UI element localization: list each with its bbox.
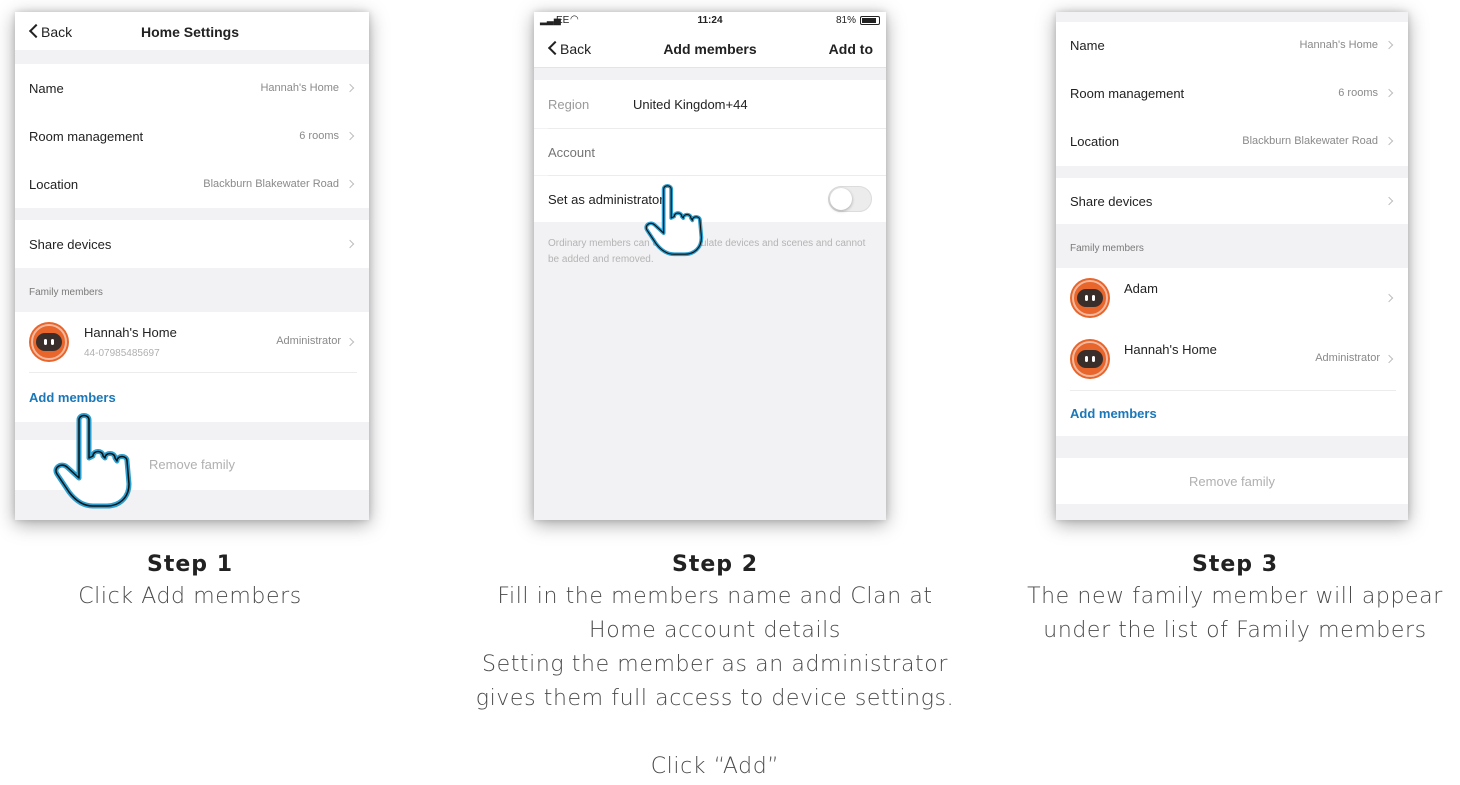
member-role: Administrator [1315,352,1380,364]
share-devices-label: Share devices [1070,194,1153,209]
member-name: Hannah's Home [84,325,177,340]
family-group: Hannah's Home 44-07985485697 Administrat… [15,312,369,422]
region-row[interactable]: Region United Kingdom+44 [534,80,886,128]
account-input[interactable] [548,141,848,163]
chevron-right-icon [345,239,355,249]
header-bar: Back Add members Add to [534,30,886,68]
setting-value: 6 rooms [1338,87,1378,99]
region-label: Region [548,97,590,112]
member-name: Adam [1124,281,1158,296]
robot-avatar-icon [1070,278,1110,318]
status-bar: ▂▃▅ EE ◠ 11:24 81% [534,12,886,30]
battery-label: 81% [835,15,856,26]
chevron-right-icon [1384,40,1394,50]
chevron-right-icon [1384,293,1394,303]
battery-icon [860,16,880,25]
remove-family-row[interactable]: Remove family [1056,458,1408,504]
add-members-button[interactable]: Add members [1070,406,1157,421]
step1-caption: Step 1 Click Add members [0,550,380,614]
family-section-title: Family members [1070,243,1144,254]
setting-label: Location [29,177,79,192]
settings-group: Name Hannah's Home Room management 6 roo… [15,64,369,208]
setting-row-rooms[interactable]: Room management 6 rooms [15,112,369,160]
setting-label: Name [29,81,64,96]
chevron-right-icon [1384,196,1394,206]
add-members-button[interactable]: Add members [29,390,116,405]
admin-toggle[interactable] [828,186,872,212]
setting-row-location[interactable]: Location Blackburn Blakewater Road [15,160,369,208]
divider [1070,390,1396,391]
setting-value: Hannah's Home [1299,39,1378,51]
chevron-right-icon [1384,354,1394,364]
chevron-right-icon [1384,136,1394,146]
chevron-right-icon [345,337,355,347]
step3-caption: Step 3 The new family member will appear… [1010,550,1460,648]
robot-avatar-icon [29,322,69,362]
divider [29,372,357,373]
setting-label: Location [1070,134,1120,149]
region-value: United Kingdom+44 [633,97,748,112]
share-devices-label: Share devices [29,237,112,252]
step-heading: Step 3 [1192,552,1278,577]
setting-row-name[interactable]: Name Hannah's Home [1056,22,1408,70]
step2-screen: ▂▃▅ EE ◠ 11:24 81% Back Add members Add … [534,12,886,520]
step2-caption: Step 2 Fill in the members name and Clan… [455,550,975,784]
setting-value: Blackburn Blakewater Road [203,178,339,190]
account-row [534,129,886,175]
member-row[interactable]: Hannah's Home Administrator [1056,329,1408,389]
step3-screen: Name Hannah's Home Room management 6 roo… [1056,12,1408,520]
header-bar: Back Home Settings [15,12,369,50]
setting-row-location[interactable]: Location Blackburn Blakewater Road [1056,118,1408,166]
settings-group: Name Hannah's Home Room management 6 roo… [1056,22,1408,166]
step-description: The new family member will appear under … [1027,584,1443,643]
add-to-button[interactable]: Add to [829,41,873,57]
chevron-right-icon [1384,88,1394,98]
member-role: Administrator [276,335,341,347]
step-heading: Step 1 [147,552,233,577]
share-devices-row[interactable]: Share devices [1056,178,1408,224]
member-phone: 44-07985485697 [84,348,160,359]
setting-value: Hannah's Home [260,82,339,94]
chevron-right-icon [345,83,355,93]
member-name: Hannah's Home [1124,342,1217,357]
step-heading: Step 2 [672,552,758,577]
setting-row-name[interactable]: Name Hannah's Home [15,64,369,112]
member-row[interactable]: Hannah's Home 44-07985485697 Administrat… [15,312,369,372]
step-description: Click Add members [78,584,302,609]
share-devices-row[interactable]: Share devices [15,220,369,268]
robot-avatar-icon [1070,339,1110,379]
clock: 11:24 [697,15,723,26]
setting-label: Name [1070,38,1105,53]
back-button[interactable]: Back [41,24,72,40]
member-row[interactable]: Adam [1056,268,1408,328]
setting-value: Blackburn Blakewater Road [1242,135,1378,147]
setting-value: 6 rooms [299,130,339,142]
setting-label: Room management [1070,86,1185,101]
chevron-right-icon [345,131,355,141]
step-description: Fill in the members name and Clan at Hom… [475,584,955,779]
page-title: Home Settings [141,24,240,40]
family-group: Adam Hannah's Home Administrator Add mem… [1056,268,1408,436]
remove-family-button[interactable]: Remove family [1056,474,1408,489]
setting-label: Room management [29,129,144,144]
step1-screen: Back Home Settings Name Hannah's Home Ro… [15,12,369,520]
pointing-hand-icon [53,413,132,509]
setting-row-rooms[interactable]: Room management 6 rooms [1056,70,1408,118]
family-section-title: Family members [29,287,103,298]
chevron-right-icon [345,179,355,189]
pointing-hand-icon [644,183,704,257]
